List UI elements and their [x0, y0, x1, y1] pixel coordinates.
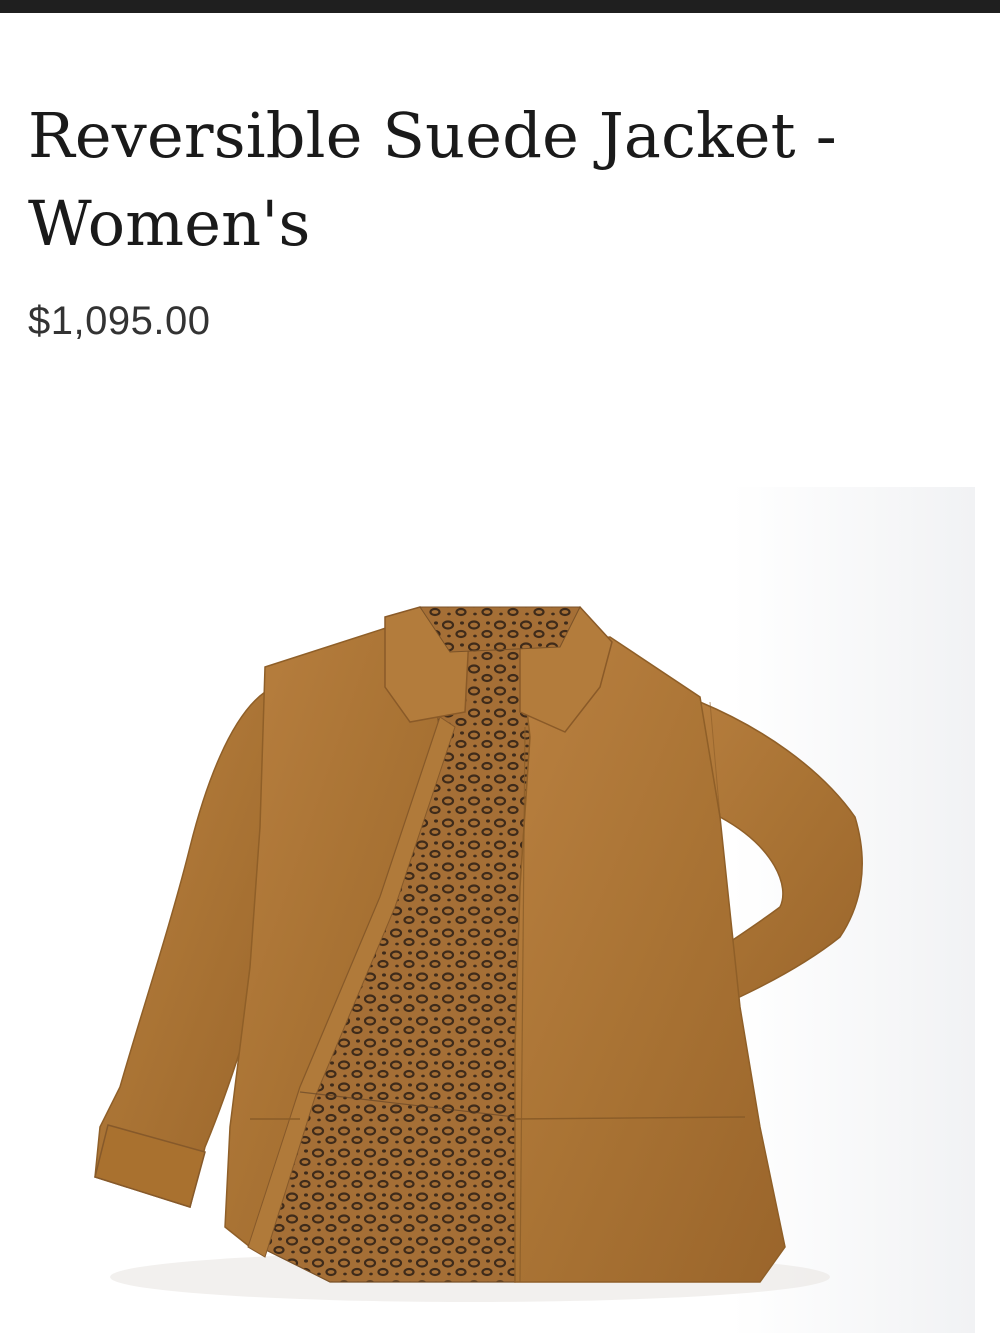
product-image[interactable] — [0, 487, 975, 1333]
top-bar — [0, 0, 1000, 13]
jacket-photo — [0, 487, 975, 1333]
product-title: Reversible Suede Jacket - Women's — [28, 99, 837, 260]
product-price: $1,095.00 — [28, 299, 211, 343]
